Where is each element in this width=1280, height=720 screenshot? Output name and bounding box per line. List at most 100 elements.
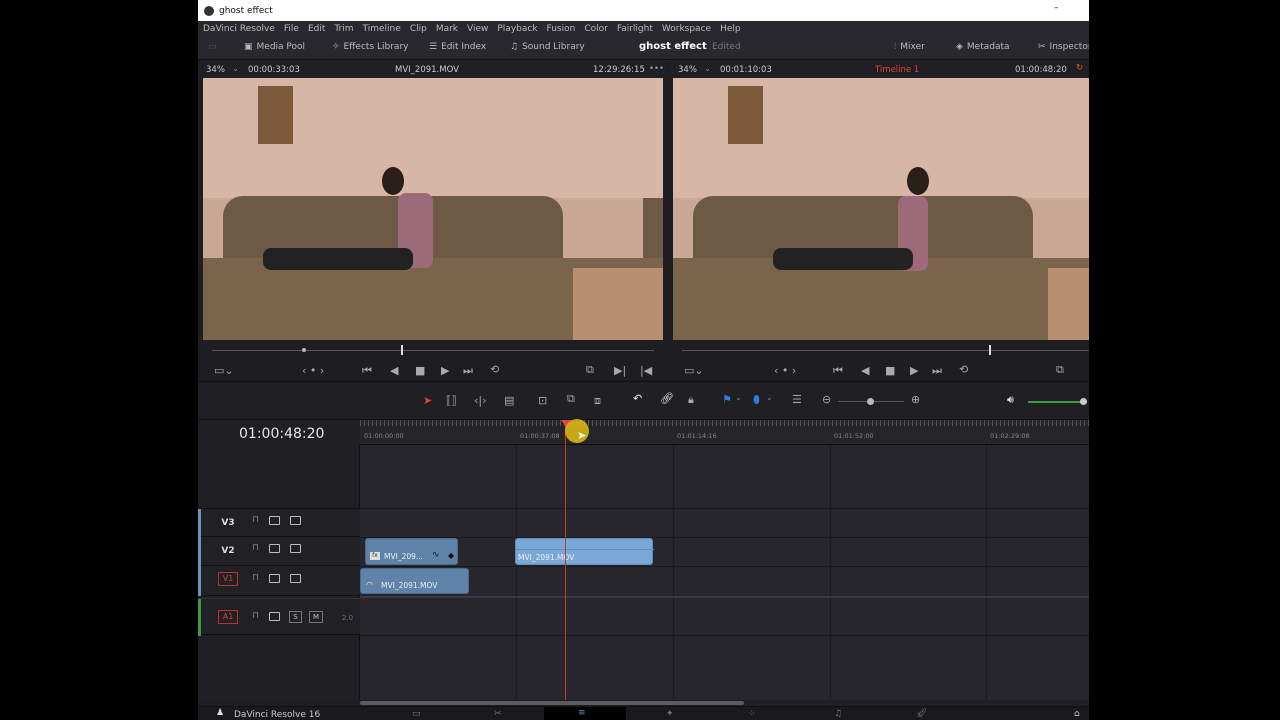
snapping-icon[interactable]: ↶ [633, 392, 642, 405]
match-frame-icon[interactable]: ⧉ [586, 363, 594, 377]
fairlight-page-icon[interactable]: ♫ [834, 709, 842, 719]
track-destination-a1[interactable]: A1 [218, 610, 238, 624]
loop-icon[interactable]: ⟲ [490, 363, 499, 376]
auto-select-icon[interactable] [269, 574, 280, 583]
lock-icon[interactable]: 🔒︎ [688, 393, 694, 407]
menu-fusion[interactable]: Fusion [547, 24, 576, 34]
blade-tool-icon[interactable]: ▤ [504, 394, 514, 407]
edit-page-tab[interactable]: ≡ [544, 707, 626, 720]
volume-handle[interactable] [1080, 398, 1087, 405]
menu-view[interactable]: View [467, 24, 488, 34]
timeline-zoom[interactable]: 34% [678, 65, 697, 75]
lock-track-icon[interactable]: ⊓ [252, 611, 259, 621]
scrollbar-thumb[interactable] [360, 701, 744, 705]
source-clip-name[interactable]: MVI_2091.MOV [395, 65, 459, 75]
skip-forward-icon[interactable]: ⏭ [463, 364, 473, 378]
mark-out-icon[interactable]: ▶| [614, 364, 626, 377]
keyframe-icon[interactable]: ◆ [448, 551, 454, 560]
curve-icon[interactable]: ∿ [432, 550, 440, 560]
edit-index-button[interactable]: ☰ Edit Index [429, 42, 486, 52]
timeline-playhead[interactable] [565, 422, 566, 700]
chevron-down-icon[interactable]: ⌄ [704, 64, 711, 74]
stop-icon[interactable]: ■ [415, 364, 425, 377]
menu-fairlight[interactable]: Fairlight [617, 24, 653, 34]
timeline-tracks-area[interactable]: fx MVI_209... ∿ ◆ MVI_2091.MOV ◠ MVI_209… [360, 445, 1089, 700]
minimize-button[interactable]: – [1054, 3, 1059, 13]
menu-help[interactable]: Help [720, 24, 741, 34]
timeline-name[interactable]: Timeline 1 [875, 65, 919, 75]
replace-clip-icon[interactable]: ⧈ [594, 394, 601, 408]
viewer-mode-icon[interactable]: ▭⌄ [684, 364, 704, 377]
marker-icon[interactable]: ⬮ [753, 393, 760, 407]
timeline-viewer[interactable] [673, 78, 1089, 340]
media-pool-button[interactable]: ▣ Media Pool [244, 42, 305, 52]
skip-forward-icon[interactable]: ⏭ [932, 364, 942, 378]
timeline-scrubber[interactable] [670, 340, 1089, 360]
flag-icon[interactable]: ⚑ [722, 393, 732, 406]
zoom-in-icon[interactable]: ⊕ [911, 393, 920, 406]
sound-library-button[interactable]: ♫ Sound Library [510, 42, 585, 52]
in-point-marker[interactable] [302, 348, 306, 352]
volume-icon[interactable]: 🔊︎ [1007, 393, 1014, 407]
menu-color[interactable]: Color [584, 24, 608, 34]
mixer-button[interactable]: ⫶ Mixer [894, 42, 925, 52]
marker-dropdown[interactable]: ⌄ [766, 393, 773, 402]
menu-edit[interactable]: Edit [308, 24, 325, 34]
current-timecode[interactable]: 01:00:48:20 [239, 426, 324, 442]
solo-button[interactable]: S [289, 611, 302, 623]
trim-tool-icon[interactable]: ⟦⟧ [446, 394, 457, 407]
deliver-page-icon[interactable]: 🚀︎ [916, 709, 927, 719]
menu-playback[interactable]: Playback [497, 24, 537, 34]
lock-track-icon[interactable]: ⊓ [252, 573, 259, 583]
cut-page-icon[interactable]: ✂ [494, 709, 502, 719]
auto-select-icon[interactable] [269, 516, 280, 525]
fusion-page-icon[interactable]: ✦ [666, 709, 674, 719]
zoom-out-icon[interactable]: ⊖ [822, 393, 831, 406]
overwrite-clip-icon[interactable]: ⧉ [567, 392, 575, 406]
home-icon[interactable]: ⌂ [1074, 709, 1080, 719]
volume-slider[interactable] [1028, 401, 1084, 403]
track-enable-icon[interactable] [290, 544, 301, 553]
auto-select-icon[interactable] [269, 544, 280, 553]
clip-v2-selected[interactable]: MVI_2091.MOV [515, 538, 654, 565]
loop-icon[interactable]: ⟲ [959, 363, 968, 376]
link-icon[interactable]: 🔗︎ [660, 392, 674, 405]
chevron-down-icon[interactable]: ⌄ [232, 64, 239, 74]
more-options-button[interactable]: ••• [649, 64, 664, 74]
menu-mark[interactable]: Mark [436, 24, 458, 34]
mute-button[interactable]: M [309, 611, 323, 623]
monitor-icon[interactable]: ▭ [208, 42, 217, 52]
viewer-mode-icon[interactable]: ▭⌄ [214, 364, 234, 377]
source-viewer[interactable] [203, 78, 663, 340]
media-page-icon[interactable]: ▭ [412, 709, 421, 719]
stop-icon[interactable]: ■ [885, 364, 895, 377]
menu-clip[interactable]: Clip [410, 24, 427, 34]
mark-in-icon[interactable]: |◀ [640, 364, 652, 377]
timeline-ruler[interactable]: 01:00:00:00 01:00:37:08 01:01:14:16 01:0… [360, 420, 1089, 445]
skip-back-icon[interactable]: ⏮ [833, 364, 843, 378]
effects-library-button[interactable]: ✧ Effects Library [332, 42, 408, 52]
menu-file[interactable]: File [284, 24, 299, 34]
play-icon[interactable]: ▶ [441, 364, 449, 377]
track-destination-v1[interactable]: V1 [218, 572, 238, 586]
menu-workspace[interactable]: Workspace [662, 24, 711, 34]
jog-control[interactable]: ‹ • › [302, 364, 324, 377]
play-icon[interactable]: ▶ [910, 364, 918, 377]
jog-control[interactable]: ‹ • › [774, 364, 796, 377]
dynamic-trim-icon[interactable]: ‹|› [474, 394, 487, 407]
zoom-slider-handle[interactable] [867, 398, 874, 405]
lock-track-icon[interactable]: ⊓ [252, 515, 259, 525]
match-frame-icon[interactable]: ⧉ [1056, 363, 1064, 377]
menu-trim[interactable]: Trim [334, 24, 353, 34]
play-reverse-icon[interactable]: ◀ [390, 364, 398, 377]
sync-icon[interactable]: ↻ [1076, 63, 1083, 73]
selection-tool-icon[interactable]: ➤ [423, 394, 432, 407]
source-scrubber[interactable] [198, 340, 668, 360]
color-page-icon[interactable]: ⁘ [748, 709, 756, 719]
insert-clip-icon[interactable]: ⊡ [538, 394, 547, 407]
track-enable-icon[interactable] [290, 516, 301, 525]
track-enable-icon[interactable] [290, 574, 301, 583]
timeline-view-options-icon[interactable]: ☰ [792, 393, 802, 406]
source-playhead[interactable] [401, 345, 403, 355]
play-reverse-icon[interactable]: ◀ [861, 364, 869, 377]
